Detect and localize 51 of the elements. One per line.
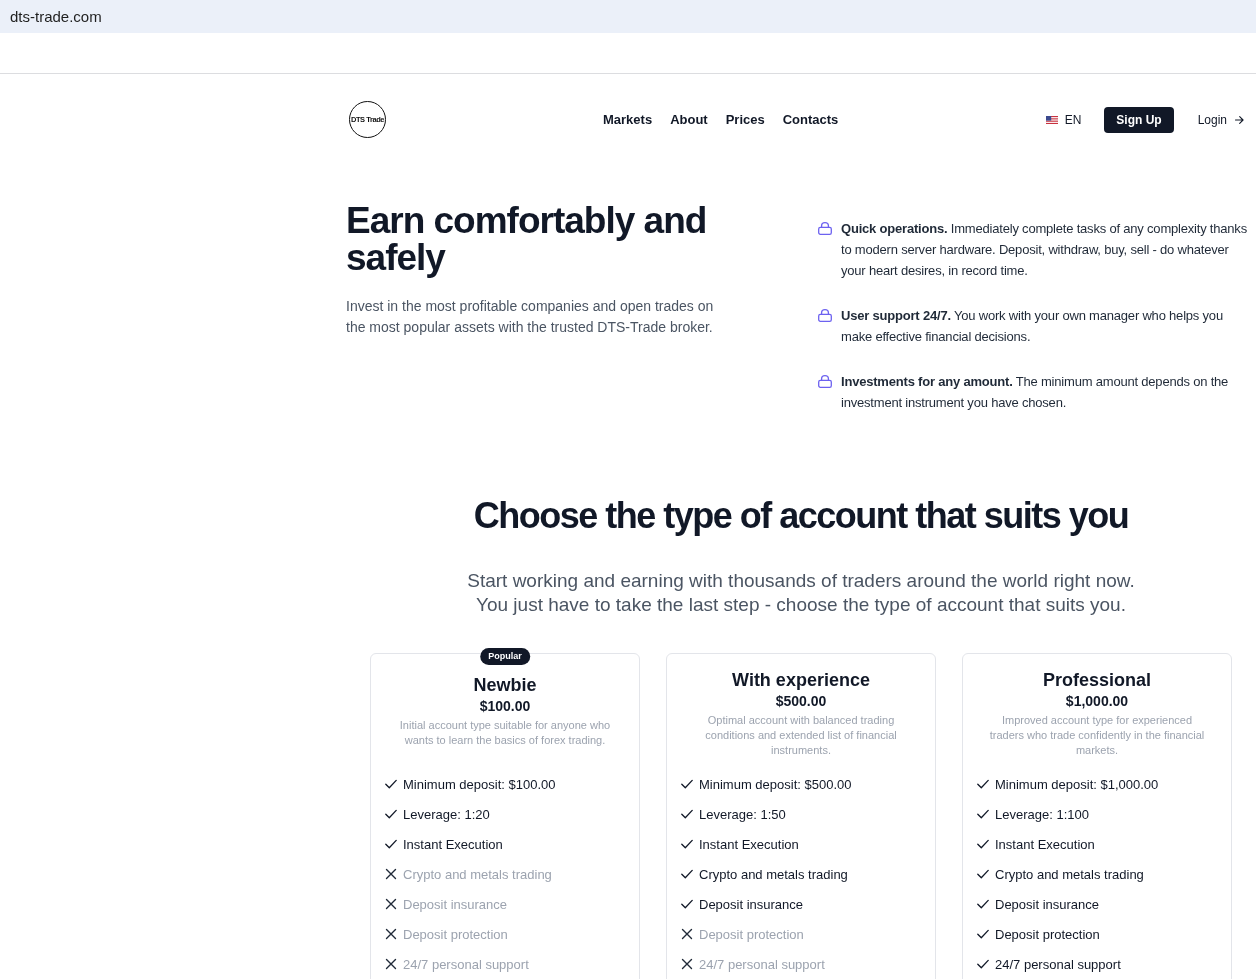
feature-label: Minimum deposit: $500.00 <box>699 776 852 792</box>
section-title: Choose the type of account that suits you <box>472 494 1130 538</box>
feature-label: Crypto and metals trading <box>699 866 848 882</box>
feature-text: Quick operations. Immediately complete tasks of any complexity thanks to modern server hardware. Deposit, withdraw, buy, sell - do whatever your heart desires, in record time. <box>841 220 1248 280</box>
feature-text: User support 24/7. You work with your own manager who helps you make effective financial decisions. <box>841 307 1224 346</box>
language-selector[interactable]: EN <box>1045 112 1082 127</box>
flag-icon <box>1045 115 1058 124</box>
plan-name: Newbie <box>472 674 538 696</box>
feature-label: 24/7 personal support <box>995 956 1121 972</box>
plan-price: $100.00 <box>478 697 532 715</box>
plan-price: $500.00 <box>774 692 828 710</box>
feature-label: Leverage: 1:20 <box>403 806 490 822</box>
feature-label: Leverage: 1:100 <box>995 806 1089 822</box>
feature-label: Deposit insurance <box>699 896 804 912</box>
section-subtitle: Start working and earning with thousands of traders around the world right now. You just have to take the last step - choose the type of account that suits you. <box>466 569 1136 617</box>
plan-name: Professional <box>1041 669 1152 691</box>
feature-label: Instant Execution <box>403 836 503 852</box>
hero-title: Earn comfortably and safely <box>346 202 708 276</box>
feature-label: Crypto and metals trading <box>995 866 1144 882</box>
feature-label: Minimum deposit: $100.00 <box>403 776 556 792</box>
nav-link[interactable]: Markets <box>603 112 653 127</box>
nav-link[interactable]: Contacts <box>782 112 839 127</box>
plan-name: With experience <box>731 669 871 691</box>
arrow-right-icon <box>1235 115 1244 124</box>
feature-label: Minimum deposit: $1,000.00 <box>995 776 1159 792</box>
feature-label: Deposit protection <box>403 926 508 942</box>
feature-label: Deposit protection <box>995 926 1100 942</box>
plan-description: Optimal account with balanced trading conditions and extended list of financial instruments. <box>704 713 898 758</box>
feature-text: Investments for any amount. The minimum amount depends on the investment instrument you have chosen. <box>841 373 1230 412</box>
lock-icon <box>818 309 832 322</box>
feature-label: 24/7 personal support <box>699 956 825 972</box>
nav-link[interactable]: Prices <box>725 112 765 127</box>
feature-label: Deposit protection <box>699 926 804 942</box>
popular-badge: Popular <box>480 648 530 665</box>
feature-label: Instant Execution <box>995 836 1095 852</box>
plan-description: Initial account type suitable for anyone who wants to learn the basics of forex trading. <box>398 718 612 748</box>
feature-label: Leverage: 1:50 <box>699 806 786 822</box>
hero-description: Invest in the most profitable companies and open trades on the most popular assets with the trusted DTS-Trade broker. <box>346 297 715 337</box>
login-link[interactable]: Login <box>1197 112 1244 127</box>
feature-label: 24/7 personal support <box>403 956 529 972</box>
address-bar[interactable]: dts-trade.com <box>0 0 1256 33</box>
plan-price: $1,000.00 <box>1064 692 1130 710</box>
sign-up-button[interactable]: Sign Up <box>1104 106 1174 133</box>
lock-icon <box>818 222 832 235</box>
nav-link[interactable]: About <box>670 112 708 127</box>
feature-label: Instant Execution <box>699 836 799 852</box>
feature-label: Deposit insurance <box>995 896 1100 912</box>
lock-icon <box>818 375 832 388</box>
feature-label: Crypto and metals trading <box>403 866 552 882</box>
feature-label: Deposit insurance <box>403 896 508 912</box>
plan-description: Improved account type for experienced traders who trade confidently in the financial markets. <box>988 713 1206 758</box>
